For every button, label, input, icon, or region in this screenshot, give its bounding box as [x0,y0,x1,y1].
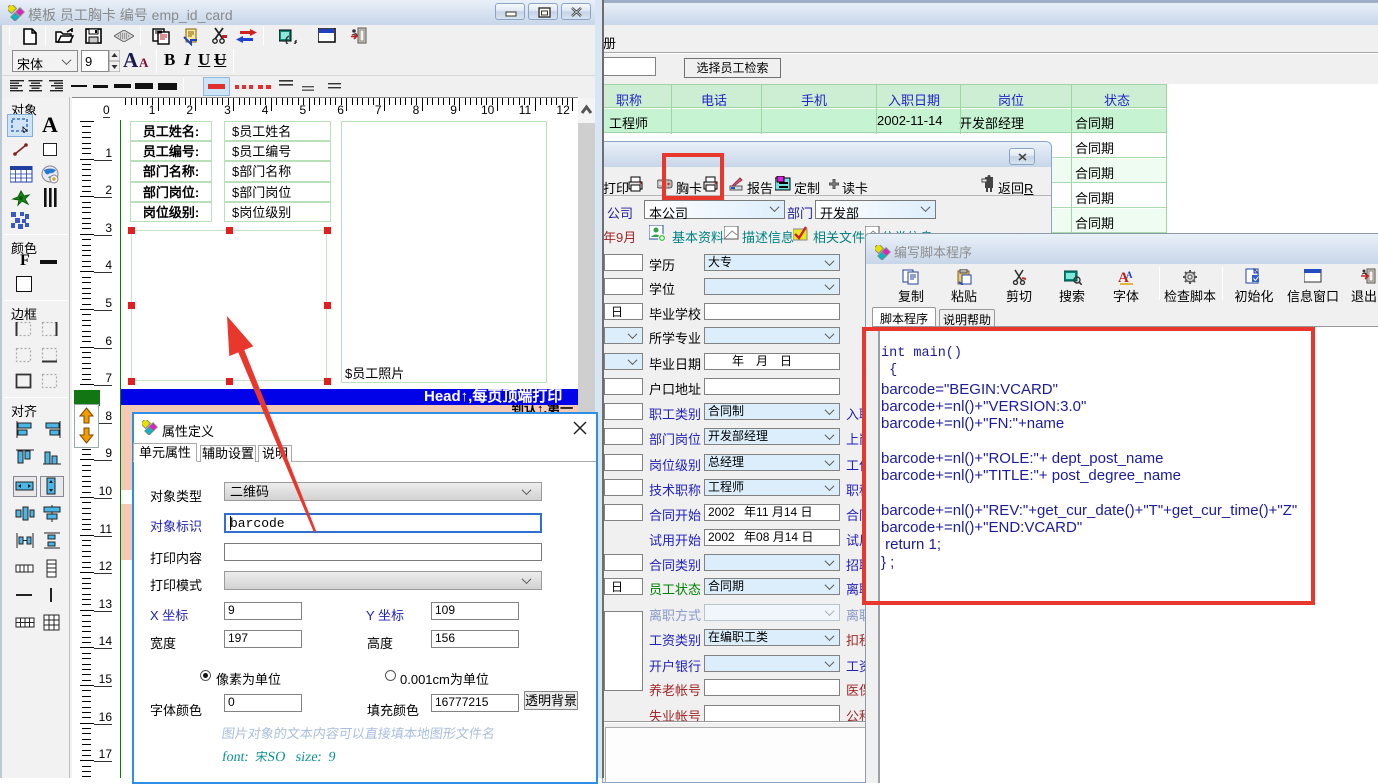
svg-text:A: A [1126,270,1133,280]
